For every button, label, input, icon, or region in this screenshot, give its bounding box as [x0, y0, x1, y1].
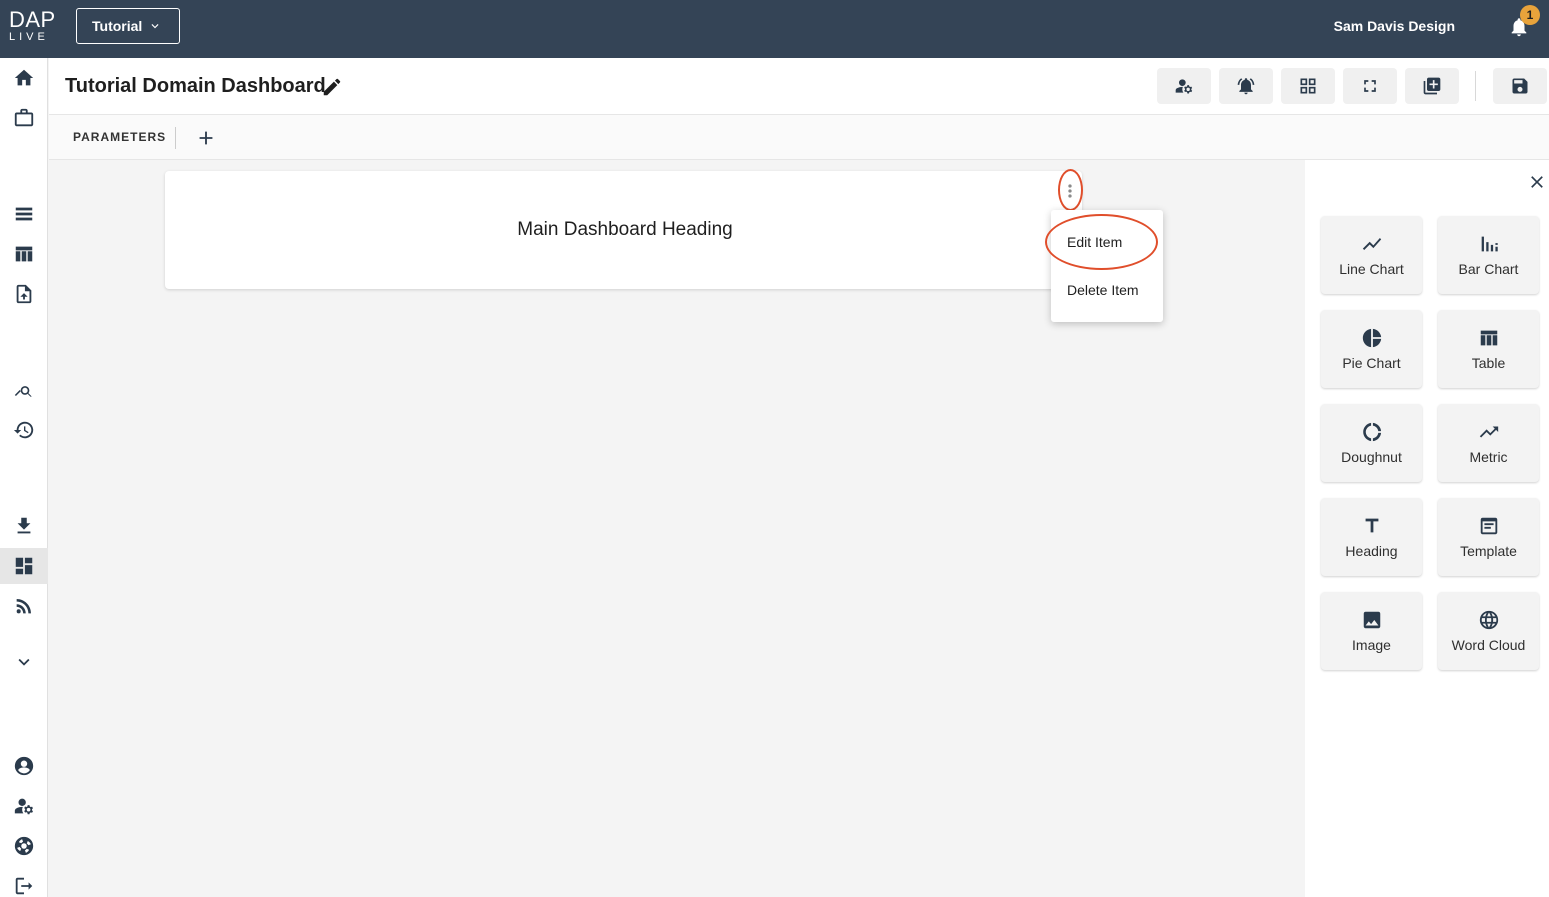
logo-text-bottom: LIVE: [9, 31, 49, 43]
upload-file-icon: [16, 284, 32, 304]
menu-item-edit[interactable]: Edit Item: [1067, 234, 1122, 250]
expand-more-icon: [18, 658, 30, 666]
doughnut-icon: [1362, 422, 1381, 442]
widget-label: Word Cloud: [1451, 637, 1526, 653]
user-name[interactable]: Sam Davis Design: [1334, 18, 1455, 34]
parameters-divider: [175, 127, 176, 149]
chevron-down-icon: [151, 24, 159, 29]
dashboard-header: Tutorial Domain Dashboard: [49, 58, 1549, 115]
account-circle-icon: [14, 756, 34, 776]
page-title: Tutorial Domain Dashboard: [65, 75, 326, 97]
save-icon: [1512, 78, 1528, 94]
widget-bar-chart[interactable]: Bar Chart: [1438, 216, 1539, 294]
sidebar-item-feed[interactable]: [0, 588, 48, 624]
domain-select[interactable]: Tutorial: [76, 8, 180, 44]
manage-accounts-icon: [1175, 79, 1193, 94]
briefcase-icon: [14, 108, 34, 127]
sidebar-item-history[interactable]: [0, 412, 48, 448]
line-chart-icon: [1362, 238, 1381, 250]
support-icon: [14, 836, 34, 856]
widget-label: Metric: [1469, 449, 1508, 465]
domain-select-value: Tutorial: [92, 18, 143, 34]
template-icon: [1480, 517, 1497, 535]
table-icon: [1480, 330, 1497, 346]
dap-live-logo[interactable]: DAP LIVE: [9, 7, 61, 44]
widget-label: Doughnut: [1341, 449, 1402, 465]
widget-line-chart[interactable]: Line Chart: [1321, 216, 1422, 294]
query-stats-icon: [14, 386, 33, 397]
sidebar-item-logout[interactable]: [0, 868, 48, 897]
fullscreen-button[interactable]: [1343, 68, 1397, 104]
list-icon: [15, 207, 33, 221]
bar-chart-icon: [1481, 236, 1498, 252]
history-icon: [13, 421, 34, 439]
widget-label: Table: [1471, 355, 1506, 371]
sidebar-item-projects[interactable]: [0, 100, 48, 136]
table-icon: [15, 246, 33, 262]
notification-badge: 1: [1520, 5, 1540, 25]
save-button[interactable]: [1493, 68, 1547, 104]
widget-panel: Line Chart Bar Chart Pie Chart Table Dou…: [1305, 160, 1549, 897]
widget-pie-chart[interactable]: Pie Chart: [1321, 310, 1422, 388]
grid-view-icon: [1300, 78, 1316, 94]
image-icon: [1363, 611, 1380, 629]
heading-icon: [1365, 518, 1378, 533]
word-cloud-icon: [1479, 610, 1498, 630]
pie-chart-icon: [1362, 328, 1381, 348]
more-vert-icon: [1068, 184, 1072, 198]
layout-button[interactable]: [1281, 68, 1335, 104]
widget-label: Line Chart: [1339, 261, 1404, 277]
alarm-icon: [1237, 78, 1255, 95]
sidebar-item-home[interactable]: [0, 60, 48, 96]
add-widget-button[interactable]: [1405, 68, 1459, 104]
sidebar-item-dashboard[interactable]: [0, 548, 48, 584]
sidebar-item-manage-accounts[interactable]: [0, 788, 48, 824]
add-icon[interactable]: [195, 127, 217, 149]
sidebar-item-table[interactable]: [0, 236, 48, 272]
add-to-queue-icon: [1423, 77, 1441, 95]
parameters-bar: PARAMETERS: [49, 115, 1549, 160]
sidebar-item-support[interactable]: [0, 828, 48, 864]
sidebar-item-download[interactable]: [0, 508, 48, 544]
manage-users-button[interactable]: [1157, 68, 1211, 104]
manage-accounts-icon: [14, 798, 33, 815]
rss-feed-icon: [16, 599, 31, 614]
item-context-menu: Edit Item Delete Item: [1051, 210, 1163, 322]
sidebar-item-account[interactable]: [0, 748, 48, 784]
heading-widget-card[interactable]: Main Dashboard Heading: [165, 171, 1082, 289]
menu-item-delete[interactable]: Delete Item: [1067, 282, 1139, 298]
widget-label: Template: [1460, 543, 1517, 559]
parameters-label: PARAMETERS: [73, 130, 167, 144]
widget-label: Image: [1352, 637, 1391, 653]
sidebar-item-list[interactable]: [0, 196, 48, 232]
widget-metric[interactable]: Metric: [1438, 404, 1539, 482]
sidebar-item-expand[interactable]: [0, 644, 48, 680]
widget-doughnut[interactable]: Doughnut: [1321, 404, 1422, 482]
home-icon: [14, 69, 34, 86]
sidebar-item-upload[interactable]: [0, 276, 48, 312]
widget-word-cloud[interactable]: Word Cloud: [1438, 592, 1539, 670]
metric-icon: [1479, 426, 1498, 438]
widget-label: Heading: [1345, 543, 1398, 559]
logout-icon: [15, 877, 33, 895]
dashboard-icon: [15, 557, 33, 575]
alerts-button[interactable]: [1219, 68, 1273, 104]
widget-label: Bar Chart: [1458, 261, 1519, 277]
sidebar-item-query-stats[interactable]: [0, 372, 48, 408]
pencil-icon[interactable]: [321, 76, 343, 98]
sidebar: [0, 58, 48, 897]
dashboard-heading-text: Main Dashboard Heading: [517, 219, 733, 240]
more-options-button[interactable]: [1058, 177, 1082, 205]
logo-text-top: DAP: [9, 7, 56, 32]
widget-table[interactable]: Table: [1438, 310, 1539, 388]
close-icon[interactable]: [1527, 172, 1547, 192]
widget-image[interactable]: Image: [1321, 592, 1422, 670]
widget-label: Pie Chart: [1342, 355, 1401, 371]
fullscreen-icon: [1364, 80, 1376, 92]
download-icon: [17, 517, 31, 534]
top-app-bar: DAP LIVE Tutorial Sam Davis Design 1: [0, 0, 1549, 58]
toolbar-divider: [1475, 71, 1476, 101]
widget-template[interactable]: Template: [1438, 498, 1539, 576]
widget-heading[interactable]: Heading: [1321, 498, 1422, 576]
